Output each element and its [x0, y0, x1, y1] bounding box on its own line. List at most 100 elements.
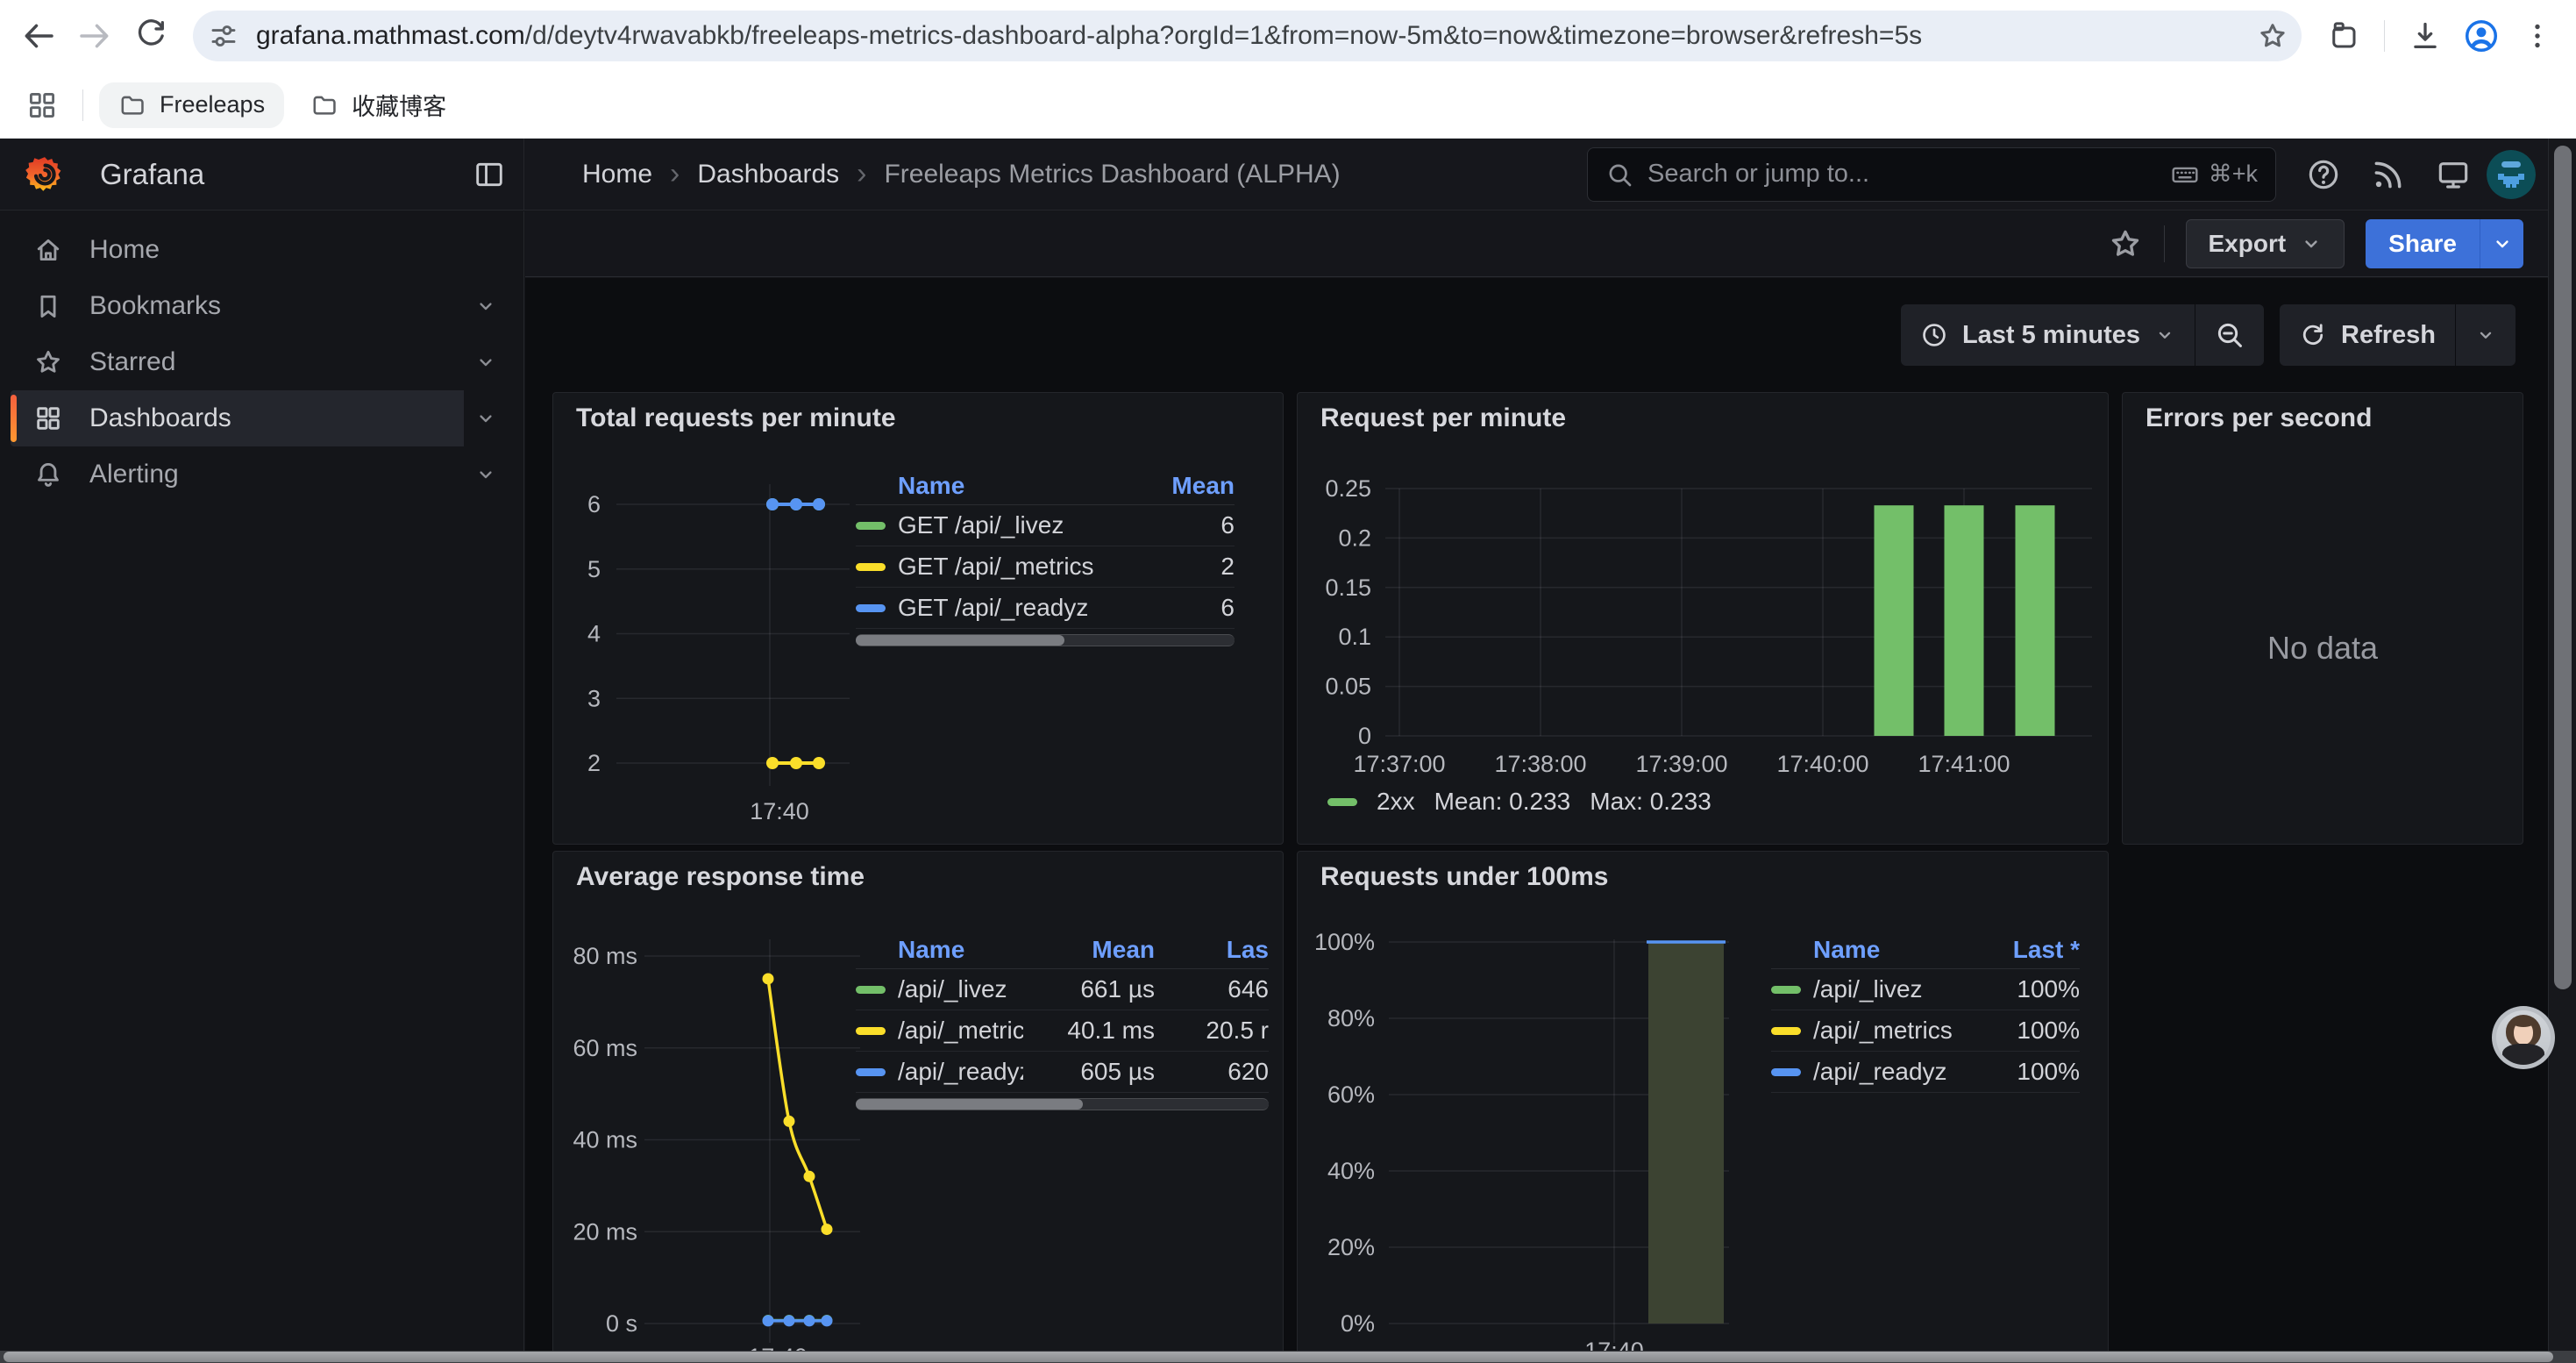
series-name: GET /api/_livez [898, 511, 1138, 539]
legend-row[interactable]: /api/_livez661 µs646 [856, 969, 1269, 1010]
forward-button[interactable] [70, 11, 119, 61]
sidebar: Home Bookmarks Starred Dashboards [0, 211, 524, 1363]
profile-button[interactable] [2457, 11, 2506, 61]
legend-row[interactable]: /api/_readyz605 µs620 [856, 1052, 1269, 1093]
search-box[interactable]: ⌘+k [1587, 147, 2276, 202]
legend-column-header[interactable]: Name [1771, 936, 1983, 964]
sidebar-item-bookmarks[interactable]: Bookmarks [11, 278, 513, 334]
sidebar-item-dashboards[interactable]: Dashboards [11, 390, 513, 446]
legend-column-header[interactable]: Last * [1983, 936, 2080, 964]
panel-title[interactable]: Total requests per minute [576, 403, 896, 433]
svg-text:2: 2 [587, 750, 601, 776]
back-button[interactable] [14, 11, 63, 61]
legend-scrollbar-thumb[interactable] [856, 635, 1064, 646]
browser-menu-button[interactable] [2513, 11, 2562, 61]
bar-chart[interactable]: 0.250.20.150.10.05017:37:0017:38:0017:39… [1298, 393, 2109, 845]
panel-title[interactable]: Errors per second [2145, 403, 2372, 433]
vertical-scrollbar-thumb[interactable] [2554, 146, 2572, 989]
legend[interactable]: 2xx Mean: 0.233 Max: 0.233 [1327, 788, 1711, 816]
share-dropdown-button[interactable] [2480, 219, 2523, 268]
series-value: 661 µs [1023, 975, 1155, 1003]
legend-scrollbar[interactable] [856, 634, 1235, 646]
panel-title[interactable]: Average response time [576, 862, 865, 892]
reload-button[interactable] [126, 11, 175, 61]
series-value: 6 [1138, 511, 1235, 539]
tv-mode-button[interactable] [2432, 153, 2474, 196]
export-button[interactable]: Export [2186, 219, 2345, 268]
series-value: 20.5 r [1155, 1017, 1269, 1045]
url-bar[interactable]: grafana.mathmast.com/d/deytv4rwavabkb/fr… [193, 11, 2302, 61]
sidebar-item-home[interactable]: Home [11, 222, 513, 278]
chevron-down-icon[interactable] [474, 351, 497, 374]
sidebar-item-starred[interactable]: Starred [11, 334, 513, 390]
floating-assistant-avatar[interactable] [2492, 1006, 2555, 1069]
legend-column-header[interactable]: Mean [1138, 472, 1235, 500]
vertical-scrollbar[interactable] [2548, 139, 2576, 1363]
chevron-down-icon[interactable] [474, 295, 497, 318]
legend-column-header[interactable]: Name [856, 472, 1138, 500]
help-button[interactable] [2302, 153, 2345, 196]
legend-row[interactable]: GET /api/_readyz6 [856, 588, 1235, 629]
legend-row[interactable]: /api/_metrics40.1 ms20.5 r [856, 1010, 1269, 1052]
extension-button[interactable] [2319, 11, 2368, 61]
series-max: Max: 0.233 [1590, 788, 1711, 816]
panel-title[interactable]: Request per minute [1320, 403, 1566, 433]
breadcrumb-dashboards[interactable]: Dashboards [697, 160, 839, 189]
browser-toolbar: grafana.mathmast.com/d/deytv4rwavabkb/fr… [0, 0, 2576, 72]
sidebar-item-label: Dashboards [89, 403, 231, 433]
horizontal-scrollbar[interactable] [0, 1351, 2576, 1363]
area-chart[interactable]: 100%80%60%40%20%0%17:40 [1298, 852, 2109, 1363]
bookmark-item-freeleaps[interactable]: Freeleaps [99, 82, 284, 128]
horizontal-scrollbar-thumb[interactable] [4, 1352, 2553, 1362]
breadcrumb-home[interactable]: Home [582, 160, 652, 189]
refresh-button[interactable]: Refresh [2280, 304, 2455, 366]
refresh-interval-button[interactable] [2455, 304, 2516, 366]
grafana-logo[interactable] [25, 154, 65, 195]
apps-grid-button[interactable] [18, 81, 67, 130]
site-settings-icon[interactable] [203, 16, 244, 56]
legend-row[interactable]: GET /api/_metrics2 [856, 546, 1235, 588]
avatar-pixel-icon [2487, 150, 2536, 199]
grafana-header: Grafana Home › Dashboards › Freeleaps Me… [0, 139, 2576, 211]
legend-row[interactable]: /api/_livez100% [1771, 969, 2080, 1010]
dashboard-actions-bar: Export Share [525, 211, 2576, 277]
user-avatar[interactable] [2487, 150, 2536, 199]
clock-icon [1920, 321, 1948, 349]
zoom-out-button[interactable] [2195, 304, 2264, 366]
legend-column-header[interactable]: Mean [1023, 936, 1155, 964]
svg-text:0.2: 0.2 [1338, 525, 1371, 551]
svg-text:40 ms: 40 ms [573, 1127, 637, 1153]
star-dashboard-button[interactable] [2108, 226, 2143, 261]
search-input[interactable] [1647, 160, 2170, 189]
star-icon [2108, 226, 2143, 261]
legend-column-header[interactable]: Name [856, 936, 1023, 964]
bookmark-page-button[interactable] [2251, 14, 2295, 58]
legend-scrollbar[interactable] [856, 1098, 1269, 1110]
legend-row[interactable]: GET /api/_livez6 [856, 505, 1235, 546]
series-name: /api/_livez [898, 975, 1023, 1003]
chevron-down-icon[interactable] [474, 407, 497, 430]
legend-row[interactable]: /api/_readyz100% [1771, 1052, 2080, 1093]
legend-column-header[interactable]: Las [1155, 936, 1269, 964]
sidebar-item-alerting[interactable]: Alerting [11, 446, 513, 503]
panel-request-per-minute: Request per minute 0.250.20.150.10.05017… [1297, 392, 2109, 845]
legend-scrollbar-thumb[interactable] [856, 1099, 1083, 1110]
bookmark-item-blog[interactable]: 收藏博客 [291, 79, 466, 131]
url-path: /d/deytv4rwavabkb/freeleaps-metrics-dash… [525, 21, 1922, 50]
news-button[interactable] [2367, 153, 2409, 196]
panel-requests-under-100ms: Requests under 100ms 100%80%60%40%20%0%1… [1297, 851, 2109, 1363]
svg-text:17:41:00: 17:41:00 [1918, 751, 2010, 777]
series-color-pill [856, 1068, 886, 1076]
panel-title[interactable]: Requests under 100ms [1320, 862, 1608, 892]
panel-total-requests-per-minute: Total requests per minute 6543217:40 Nam… [552, 392, 1284, 845]
grafana-brand: Grafana [0, 139, 524, 210]
chevron-down-icon[interactable] [474, 463, 497, 486]
share-button-group: Share [2366, 219, 2523, 268]
legend-row[interactable]: /api/_metrics100% [1771, 1010, 2080, 1052]
sidebar-toggle-button[interactable] [473, 158, 506, 191]
series-value: 40.1 ms [1023, 1017, 1155, 1045]
legend-header: NameMeanLas [856, 931, 1269, 969]
time-range-button[interactable]: Last 5 minutes [1901, 304, 2195, 366]
share-button[interactable]: Share [2366, 219, 2480, 268]
downloads-button[interactable] [2401, 11, 2450, 61]
